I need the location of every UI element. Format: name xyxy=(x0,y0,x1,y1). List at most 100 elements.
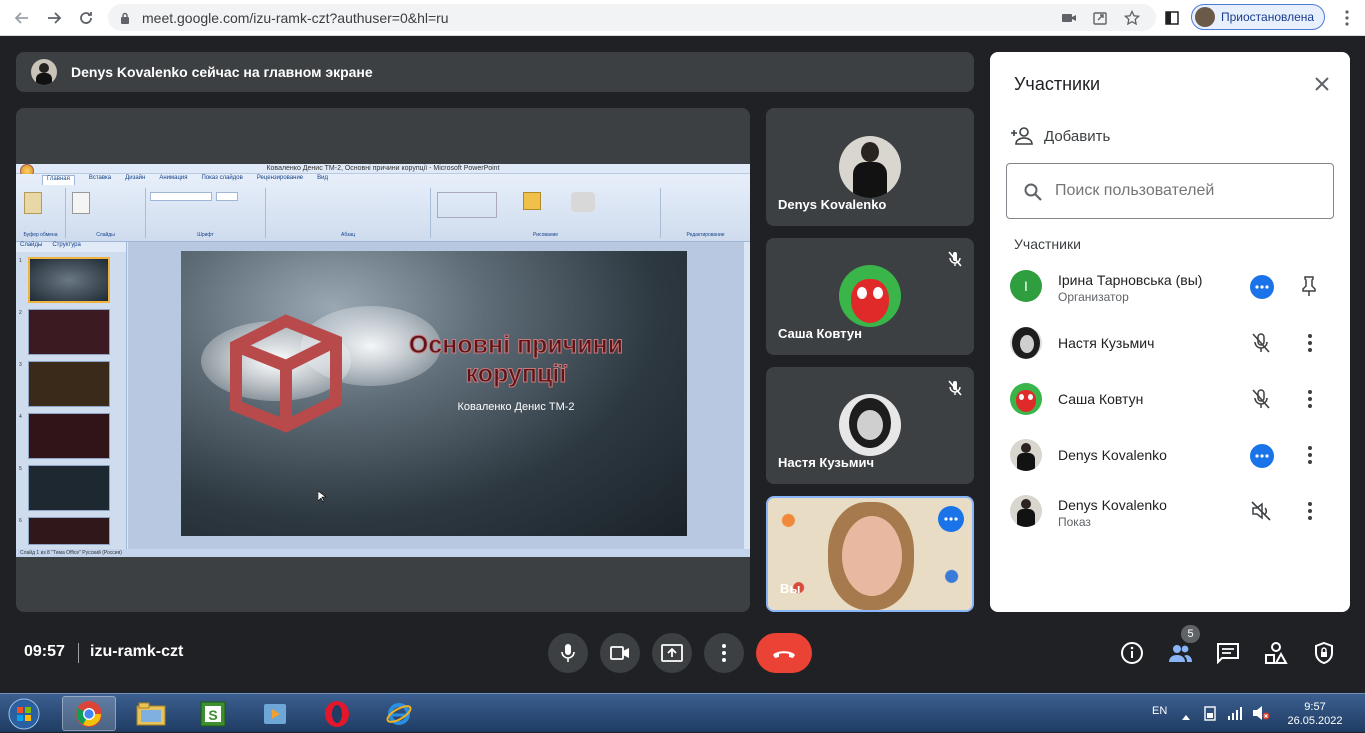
ppt-tab[interactable]: Главная xyxy=(42,175,75,185)
avatar xyxy=(839,394,901,456)
search-field[interactable] xyxy=(1006,163,1334,219)
search-input[interactable] xyxy=(1055,182,1315,200)
tray-expand-icon[interactable] xyxy=(1181,708,1191,726)
participant-row[interactable]: Denys Kovalenko xyxy=(990,427,1350,483)
lock-icon xyxy=(120,11,130,29)
slide-thumbnail[interactable] xyxy=(28,465,110,511)
bookmark-star-icon[interactable] xyxy=(1122,8,1142,28)
slide-canvas[interactable]: Основні причини корупції Коваленко Денис… xyxy=(181,251,687,536)
avatar xyxy=(1010,439,1042,471)
pin-icon[interactable] xyxy=(1300,275,1316,297)
more-vert-icon[interactable] xyxy=(1302,500,1318,522)
camera-blocked-icon[interactable] xyxy=(1059,8,1079,28)
ribbon-group-label: Редактирование xyxy=(686,232,725,238)
ppt-tab[interactable]: Рецензирование xyxy=(257,175,303,185)
volume-muted-icon[interactable] xyxy=(1252,705,1270,726)
activities-button[interactable] xyxy=(1263,640,1289,666)
address-bar[interactable]: meet.google.com/izu-ramk-czt?authuser=0&… xyxy=(108,4,1156,31)
browser-menu-icon[interactable] xyxy=(1340,8,1354,28)
clock-date: 26.05.2022 xyxy=(1287,715,1343,727)
end-call-button[interactable] xyxy=(756,633,812,673)
folder-icon xyxy=(136,702,166,725)
taskbar-explorer[interactable] xyxy=(124,696,178,731)
participant-role: Организатор xyxy=(1058,290,1129,304)
ppt-thumb-tab[interactable]: Слайды xyxy=(20,242,42,252)
reload-button[interactable] xyxy=(74,6,98,30)
ppt-thumb-tabs: Слайды Структура xyxy=(16,242,126,252)
taskbar-ie[interactable] xyxy=(372,696,426,731)
person-add-icon xyxy=(1011,127,1033,145)
tile-more-button[interactable] xyxy=(938,506,964,532)
browser-toolbar: meet.google.com/izu-ramk-czt?authuser=0&… xyxy=(0,0,1365,36)
more-vert-icon[interactable] xyxy=(1302,388,1318,410)
ppt-tab[interactable]: Дизайн xyxy=(125,175,145,185)
participants-button[interactable] xyxy=(1167,640,1193,666)
taskbar-app[interactable]: S xyxy=(186,696,240,731)
ppt-window-title: Коваленко Денис ТМ-2, Основні причини ко… xyxy=(16,164,750,174)
participant-name: Саша Ковтун xyxy=(1058,391,1144,407)
profile-button[interactable]: Приостановлена xyxy=(1191,4,1325,30)
taskbar-opera[interactable] xyxy=(310,696,364,731)
slide-thumbnail[interactable] xyxy=(28,413,110,459)
network-icon[interactable] xyxy=(1227,705,1243,726)
slide-thumbnail[interactable] xyxy=(28,257,110,303)
participant-tile[interactable]: Denys Kovalenko xyxy=(766,108,974,226)
ribbon-group: Редактирование xyxy=(661,188,750,238)
ppt-tab[interactable]: Вставка xyxy=(89,175,111,185)
participant-row[interactable]: I Ірина Тарновська (вы) Организатор xyxy=(990,258,1350,314)
participants-count-badge: 5 xyxy=(1181,625,1200,643)
present-button[interactable] xyxy=(652,633,692,673)
more-vert-icon xyxy=(722,644,726,662)
mouse-cursor-icon xyxy=(318,491,326,503)
ppt-ribbon-tabs: Главная Вставка Дизайн Анимация Показ сл… xyxy=(42,175,328,185)
slide-thumbnail[interactable] xyxy=(28,361,110,407)
chat-button[interactable] xyxy=(1215,640,1241,666)
ppt-tab[interactable]: Вид xyxy=(317,175,328,185)
camera-button[interactable] xyxy=(600,633,640,673)
ppt-tab[interactable]: Анимация xyxy=(159,175,187,185)
slide-thumbnail[interactable] xyxy=(28,309,110,355)
meeting-details-button[interactable] xyxy=(1119,640,1145,666)
call-end-icon xyxy=(773,651,795,658)
back-button[interactable] xyxy=(10,6,34,30)
participant-tile[interactable]: Саша Ковтун xyxy=(766,238,974,355)
mic-off-icon xyxy=(946,379,964,397)
taskbar-chrome[interactable] xyxy=(62,696,116,731)
share-icon[interactable] xyxy=(1090,8,1110,28)
side-panel-icon[interactable] xyxy=(1162,8,1182,28)
system-clock[interactable]: 9:57 26.05.2022 xyxy=(1280,700,1350,728)
ppt-ribbon: Главная Вставка Дизайн Анимация Показ сл… xyxy=(16,174,750,242)
participant-tile[interactable]: Настя Кузьмич xyxy=(766,367,974,484)
slide-thumbnail[interactable] xyxy=(28,517,110,545)
forward-button[interactable] xyxy=(42,6,66,30)
mic-off-icon xyxy=(1250,332,1272,354)
more-vert-icon[interactable] xyxy=(1302,332,1318,354)
participant-row[interactable]: Denys Kovalenko Показ xyxy=(990,483,1350,539)
more-vert-icon[interactable] xyxy=(1302,444,1318,466)
participant-name: Ірина Тарновська (вы) xyxy=(1058,272,1203,288)
battery-icon[interactable] xyxy=(1203,705,1217,726)
ribbon-group-label: Слайды xyxy=(96,232,115,238)
keyboard-language[interactable]: EN xyxy=(1152,705,1167,717)
ribbon-group-label: Шрифт xyxy=(197,232,214,238)
mic-button[interactable] xyxy=(548,633,588,673)
svg-text:S: S xyxy=(208,707,217,723)
more-options-button[interactable] xyxy=(704,633,744,673)
cube-graphic xyxy=(230,314,342,433)
ribbon-group: Рисование xyxy=(431,188,661,238)
ppt-tab[interactable]: Показ слайдов xyxy=(202,175,243,185)
self-video-tile[interactable]: Вы xyxy=(766,496,974,612)
add-participant-button[interactable]: Добавить xyxy=(1010,126,1110,146)
close-icon[interactable] xyxy=(1312,74,1332,94)
info-icon xyxy=(1121,642,1143,664)
participant-row[interactable]: Саша Ковтун xyxy=(990,371,1350,427)
thumb-number: 4 xyxy=(19,414,22,420)
taskbar-media[interactable] xyxy=(248,696,302,731)
participant-role: Показ xyxy=(1058,515,1091,529)
participant-row[interactable]: Настя Кузьмич xyxy=(990,315,1350,371)
ppt-editing-area: Основні причини корупції Коваленко Денис… xyxy=(128,242,744,549)
start-button[interactable] xyxy=(4,694,44,733)
ppt-scrollbar[interactable] xyxy=(744,242,750,549)
ppt-thumb-tab[interactable]: Структура xyxy=(52,242,80,252)
host-controls-button[interactable] xyxy=(1311,640,1337,666)
